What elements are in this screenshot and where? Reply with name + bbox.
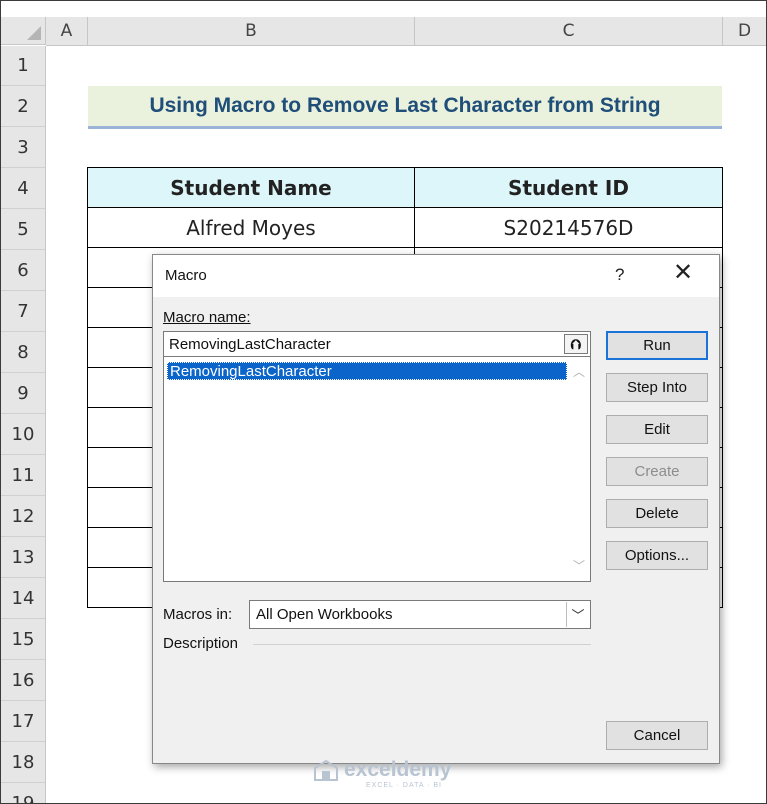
select-all-corner[interactable]	[1, 17, 46, 45]
column-header-a[interactable]: A	[46, 17, 88, 46]
row-header-10[interactable]: 10	[1, 414, 46, 455]
delete-button[interactable]: Delete	[606, 499, 708, 528]
macro-name-input[interactable]: RemovingLastCharacter ⮉	[163, 331, 591, 357]
watermark-text: exceldemy	[344, 758, 452, 781]
row-header-15[interactable]: 15	[1, 619, 46, 660]
options-button[interactable]: Options...	[606, 541, 708, 570]
table-header-row: Student Name Student ID	[87, 167, 723, 208]
header-student-name[interactable]: Student Name	[87, 167, 415, 208]
row-header-11[interactable]: 11	[1, 455, 46, 496]
row-header-3[interactable]: 3	[1, 127, 46, 168]
header-student-id[interactable]: Student ID	[414, 167, 723, 208]
create-button[interactable]: Create	[606, 457, 708, 486]
row-header-5[interactable]: 5	[1, 209, 46, 250]
macros-in-label: Macros in:	[163, 606, 233, 623]
row-header-4[interactable]: 4	[1, 168, 46, 209]
dialog-title: Macro	[165, 267, 207, 284]
macros-in-select[interactable]: All Open Workbooks ﹀	[249, 600, 591, 629]
macro-name-value: RemovingLastCharacter	[169, 336, 331, 353]
close-icon[interactable]: ✕	[673, 261, 693, 285]
row-header-17[interactable]: 17	[1, 701, 46, 742]
watermark-subtext: EXCEL · DATA · BI	[366, 782, 442, 789]
run-button[interactable]: Run	[606, 331, 708, 360]
description-label: Description	[163, 635, 239, 652]
cell-student-id[interactable]: S20214576D	[414, 207, 723, 248]
description-divider	[253, 644, 591, 645]
scroll-down-icon[interactable]: ﹀	[573, 557, 585, 574]
row-header-1[interactable]: 1	[1, 46, 46, 86]
macros-in-value: All Open Workbooks	[256, 606, 393, 623]
watermark-logo-icon	[314, 760, 338, 781]
row-header-19[interactable]: 19	[1, 783, 46, 803]
cell-student-name[interactable]: Alfred Moyes	[87, 207, 415, 248]
row-header-7[interactable]: 7	[1, 291, 46, 332]
chevron-down-icon[interactable]: ﹀	[566, 602, 589, 627]
macro-dialog: Macro ? ✕ Macro name: RemovingLastCharac…	[152, 254, 720, 764]
column-header-c[interactable]: C	[415, 17, 723, 46]
row-header-12[interactable]: 12	[1, 496, 46, 537]
row-header-9[interactable]: 9	[1, 373, 46, 414]
step-into-button[interactable]: Step Into	[606, 373, 708, 402]
sheet-title[interactable]: Using Macro to Remove Last Character fro…	[88, 86, 722, 129]
excel-window: A B C D 1 2 3 4 5 6 7 8 9 10 11 12 13 14…	[0, 0, 767, 804]
upload-arrow-icon[interactable]: ⮉	[564, 334, 588, 354]
row-header-2[interactable]: 2	[1, 86, 46, 127]
cancel-button[interactable]: Cancel	[606, 721, 708, 750]
row-header-16[interactable]: 16	[1, 660, 46, 701]
help-icon[interactable]: ?	[615, 265, 624, 285]
row-header-8[interactable]: 8	[1, 332, 46, 373]
row-header-6[interactable]: 6	[1, 250, 46, 291]
list-item[interactable]: RemovingLastCharacter	[167, 362, 567, 380]
list-scrollbar[interactable]: ︿ ﹀	[568, 357, 590, 580]
column-header-b[interactable]: B	[88, 17, 415, 46]
row-header-14[interactable]: 14	[1, 578, 46, 619]
dialog-titlebar[interactable]: Macro ? ✕	[153, 255, 719, 297]
table-row: Alfred Moyes S20214576D	[87, 207, 723, 248]
row-header-13[interactable]: 13	[1, 537, 46, 578]
macro-name-label: Macro name:	[163, 309, 251, 326]
edit-button[interactable]: Edit	[606, 415, 708, 444]
scroll-up-icon[interactable]: ︿	[573, 363, 585, 380]
top-strip	[1, 1, 766, 17]
column-header-d[interactable]: D	[723, 17, 766, 46]
macro-list[interactable]: RemovingLastCharacter ︿ ﹀	[163, 357, 591, 582]
select-all-triangle-icon	[27, 26, 41, 40]
macro-name-label-text: Macro name:	[163, 309, 251, 326]
row-header-18[interactable]: 18	[1, 742, 46, 783]
